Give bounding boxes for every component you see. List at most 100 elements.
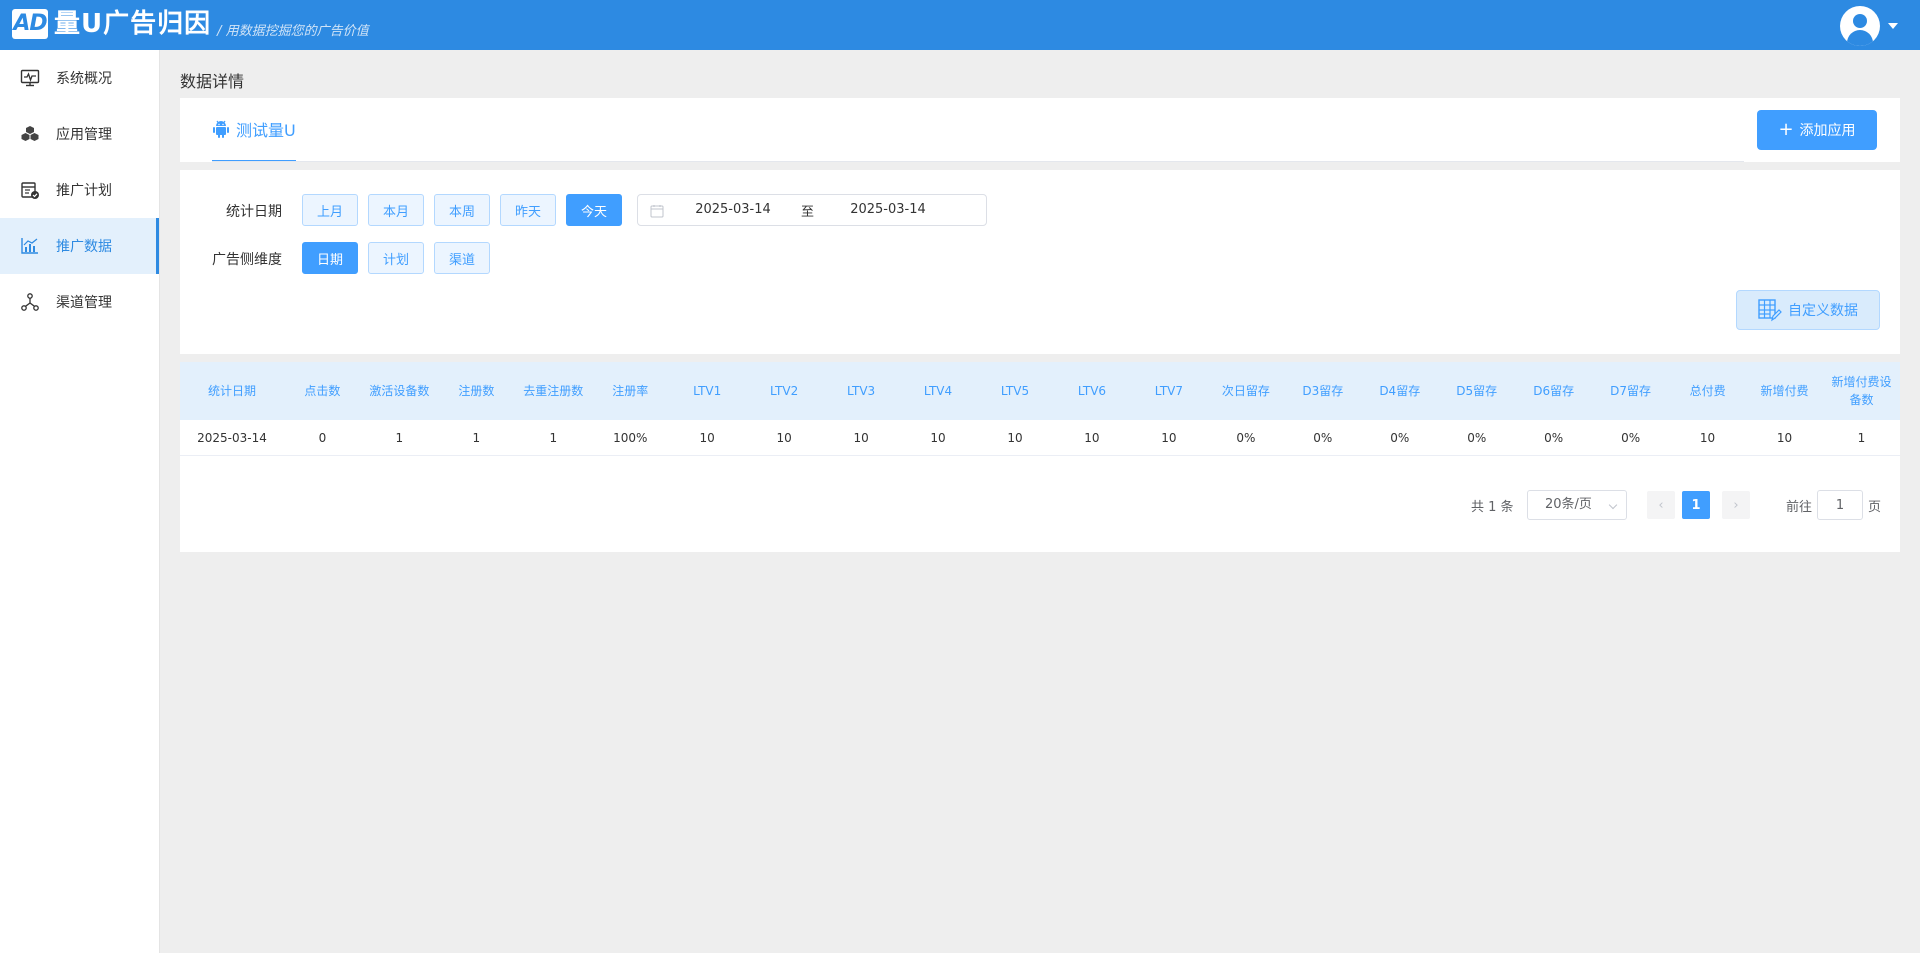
page-size-select[interactable]: 20条/页 xyxy=(1527,490,1627,520)
col-header: 总付费 xyxy=(1689,384,1726,398)
table-cell: 1 xyxy=(1857,430,1866,445)
date-range-picker[interactable]: 2025-03-14 至 2025-03-14 xyxy=(637,194,987,226)
range-end-input[interactable]: 2025-03-14 xyxy=(833,202,943,217)
table-cell: 0% xyxy=(1236,430,1256,445)
chip-dim-plan[interactable]: 计划 xyxy=(368,242,424,274)
table-row[interactable]: 2025-03-14 0 1 1 1 100% 10 10 10 10 10 1… xyxy=(180,420,1900,456)
add-app-button[interactable]: + 添加应用 xyxy=(1757,110,1877,150)
custom-data-button[interactable]: 自定义数据 xyxy=(1736,290,1880,330)
tab-test-app[interactable]: 测试量U xyxy=(212,98,296,162)
tab-divider xyxy=(212,161,1744,162)
sidebar-item-label: 渠道管理 xyxy=(56,295,112,311)
table-cell: 10 xyxy=(853,430,869,445)
sidebar-item-channels[interactable]: 渠道管理 xyxy=(0,274,159,330)
col-header: 激活设备数 xyxy=(369,384,430,398)
data-table: 统计日期 点击数 激活设备数 注册数 去重注册数 注册率 LTV1 LTV2 L… xyxy=(180,362,1900,552)
table-cell: 0 xyxy=(318,430,327,445)
prev-page-button[interactable]: ‹ xyxy=(1647,491,1675,519)
chip-this-month[interactable]: 本月 xyxy=(368,194,424,226)
goto-label: 前往 xyxy=(1786,500,1813,515)
table-cell: 1 xyxy=(549,430,558,445)
sidebar-item-label: 推广数据 xyxy=(56,239,112,255)
table-edit-icon xyxy=(1758,298,1782,322)
table-cell: 10 xyxy=(930,430,946,445)
monitor-icon xyxy=(20,68,40,88)
col-header: LTV5 xyxy=(1000,384,1030,398)
app-tabs: 测试量U + 添加应用 xyxy=(180,98,1900,162)
chip-yesterday[interactable]: 昨天 xyxy=(500,194,556,226)
chip-today[interactable]: 今天 xyxy=(566,194,622,226)
col-header: LTV6 xyxy=(1077,384,1107,398)
sidebar-item-label: 推广计划 xyxy=(56,183,112,199)
plus-icon: + xyxy=(1778,119,1794,140)
calendar-icon xyxy=(650,204,664,218)
table-cell: 100% xyxy=(613,430,648,445)
chip-dim-channel[interactable]: 渠道 xyxy=(434,242,490,274)
col-header: D4留存 xyxy=(1379,384,1421,398)
goto-page-input[interactable] xyxy=(1817,490,1863,520)
table-cell: 10 xyxy=(1776,430,1793,445)
chip-this-week[interactable]: 本周 xyxy=(434,194,490,226)
col-header: D5留存 xyxy=(1456,384,1498,398)
sidebar-item-apps[interactable]: 应用管理 xyxy=(0,106,159,162)
table-cell: 10 xyxy=(776,430,792,445)
main-content: 数据详情 测试量U + 添加应用 统计日期 上月 本月 本周 昨天 今天 202… xyxy=(160,50,1920,953)
sidebar-item-plans[interactable]: 推广计划 xyxy=(0,162,159,218)
col-header: D7留存 xyxy=(1610,384,1652,398)
table-cell: 10 xyxy=(1084,430,1100,445)
table-cell: 0% xyxy=(1544,430,1564,445)
col-header: 去重注册数 xyxy=(523,384,584,398)
calendar-check-icon xyxy=(20,180,40,200)
avatar-icon[interactable] xyxy=(1840,6,1880,46)
table-cell: 1 xyxy=(472,430,481,445)
chip-dim-date[interactable]: 日期 xyxy=(302,242,358,274)
app-slogan: / 用数据挖掘您的广告价值 xyxy=(217,24,369,39)
col-header: 注册率 xyxy=(612,384,649,398)
bar-chart-icon xyxy=(20,236,40,256)
page-number-button[interactable]: 1 xyxy=(1682,491,1710,519)
chevron-down-icon xyxy=(1608,500,1618,510)
chevron-right-icon: › xyxy=(1733,497,1739,513)
page-size-value: 20条/页 xyxy=(1545,497,1592,512)
top-header: AD 量U广告归因 / 用数据挖掘您的广告价值 xyxy=(0,0,1920,50)
col-header: 次日留存 xyxy=(1221,384,1270,398)
table-cell: 2025-03-14 xyxy=(197,430,267,445)
table-cell: 1 xyxy=(395,430,404,445)
filter-panel: 统计日期 上月 本月 本周 昨天 今天 2025-03-14 至 2025-03… xyxy=(180,170,1900,354)
caret-down-icon[interactable] xyxy=(1888,23,1898,29)
next-page-button[interactable]: › xyxy=(1722,491,1750,519)
table-header: 统计日期 点击数 激活设备数 注册数 去重注册数 注册率 LTV1 LTV2 L… xyxy=(180,362,1900,420)
sidebar: 系统概况 应用管理 推广计划 推广数据 渠道管理 xyxy=(0,50,160,953)
custom-data-label: 自定义数据 xyxy=(1788,303,1858,319)
col-header: LTV7 xyxy=(1154,384,1183,398)
col-header: LTV2 xyxy=(770,384,799,398)
col-header: 新增付费 xyxy=(1760,384,1809,398)
col-header: LTV3 xyxy=(846,384,876,398)
sidebar-item-label: 应用管理 xyxy=(56,127,112,143)
cubes-icon xyxy=(20,124,40,144)
table-cell: 10 xyxy=(699,430,715,445)
col-header: 点击数 xyxy=(304,384,341,398)
col-header: 统计日期 xyxy=(207,384,256,398)
table-cell: 10 xyxy=(1161,430,1177,445)
table-cell: 0% xyxy=(1390,430,1410,445)
table-cell: 0% xyxy=(1313,430,1333,445)
network-icon xyxy=(20,292,40,312)
logo-mark: AD xyxy=(12,8,48,39)
tab-label: 测试量U xyxy=(236,121,296,140)
pagination-total: 共 1 条 xyxy=(1471,500,1514,515)
app-name: 量U广告归因 xyxy=(54,8,212,39)
table-cell: 0% xyxy=(1467,430,1487,445)
col-header: 注册数 xyxy=(458,384,495,398)
range-start-input[interactable]: 2025-03-14 xyxy=(678,202,788,217)
date-filter-label: 统计日期 xyxy=(226,204,282,220)
user-menu[interactable] xyxy=(1840,6,1898,46)
logo[interactable]: AD 量U广告归因 / 用数据挖掘您的广告价值 xyxy=(12,8,369,39)
sidebar-item-overview[interactable]: 系统概况 xyxy=(0,50,159,106)
chevron-left-icon: ‹ xyxy=(1658,497,1664,513)
goto-suffix: 页 xyxy=(1868,500,1882,515)
sidebar-item-promo-data[interactable]: 推广数据 xyxy=(0,218,159,274)
page-title: 数据详情 xyxy=(180,72,245,91)
chip-last-month[interactable]: 上月 xyxy=(302,194,358,226)
sidebar-item-label: 系统概况 xyxy=(56,71,112,87)
